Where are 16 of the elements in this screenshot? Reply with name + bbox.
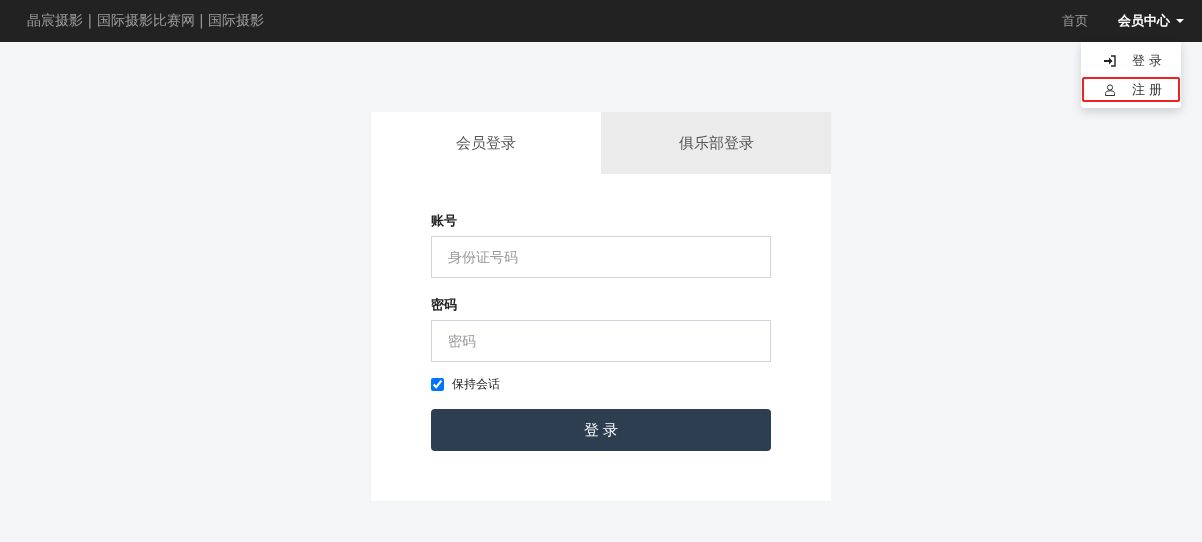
field-label: 账号	[431, 212, 458, 230]
user-icon	[1104, 83, 1116, 96]
input-field[interactable]: 身份证号码	[431, 236, 771, 278]
checkbox[interactable]	[431, 378, 444, 391]
caret-icon	[1176, 19, 1184, 23]
sign-in-icon	[1104, 54, 1116, 67]
login-button[interactable]: 登 录	[431, 409, 771, 451]
checkbox-label: 保持会话	[452, 376, 500, 393]
nav-link[interactable]: 首页	[1062, 12, 1088, 30]
menu-item[interactable]: 注 册	[1082, 77, 1180, 102]
site-title[interactable]: 晶宸摄影 | 国际摄影比赛网 | 国际摄影	[27, 12, 265, 30]
menu-item[interactable]: 登 录	[1082, 48, 1180, 73]
member-center-menu[interactable]: 会员中心	[1118, 12, 1184, 30]
input-field[interactable]: 密码	[431, 320, 771, 362]
field-label: 密码	[431, 296, 458, 314]
tab[interactable]: 俱乐部登录	[601, 112, 831, 174]
